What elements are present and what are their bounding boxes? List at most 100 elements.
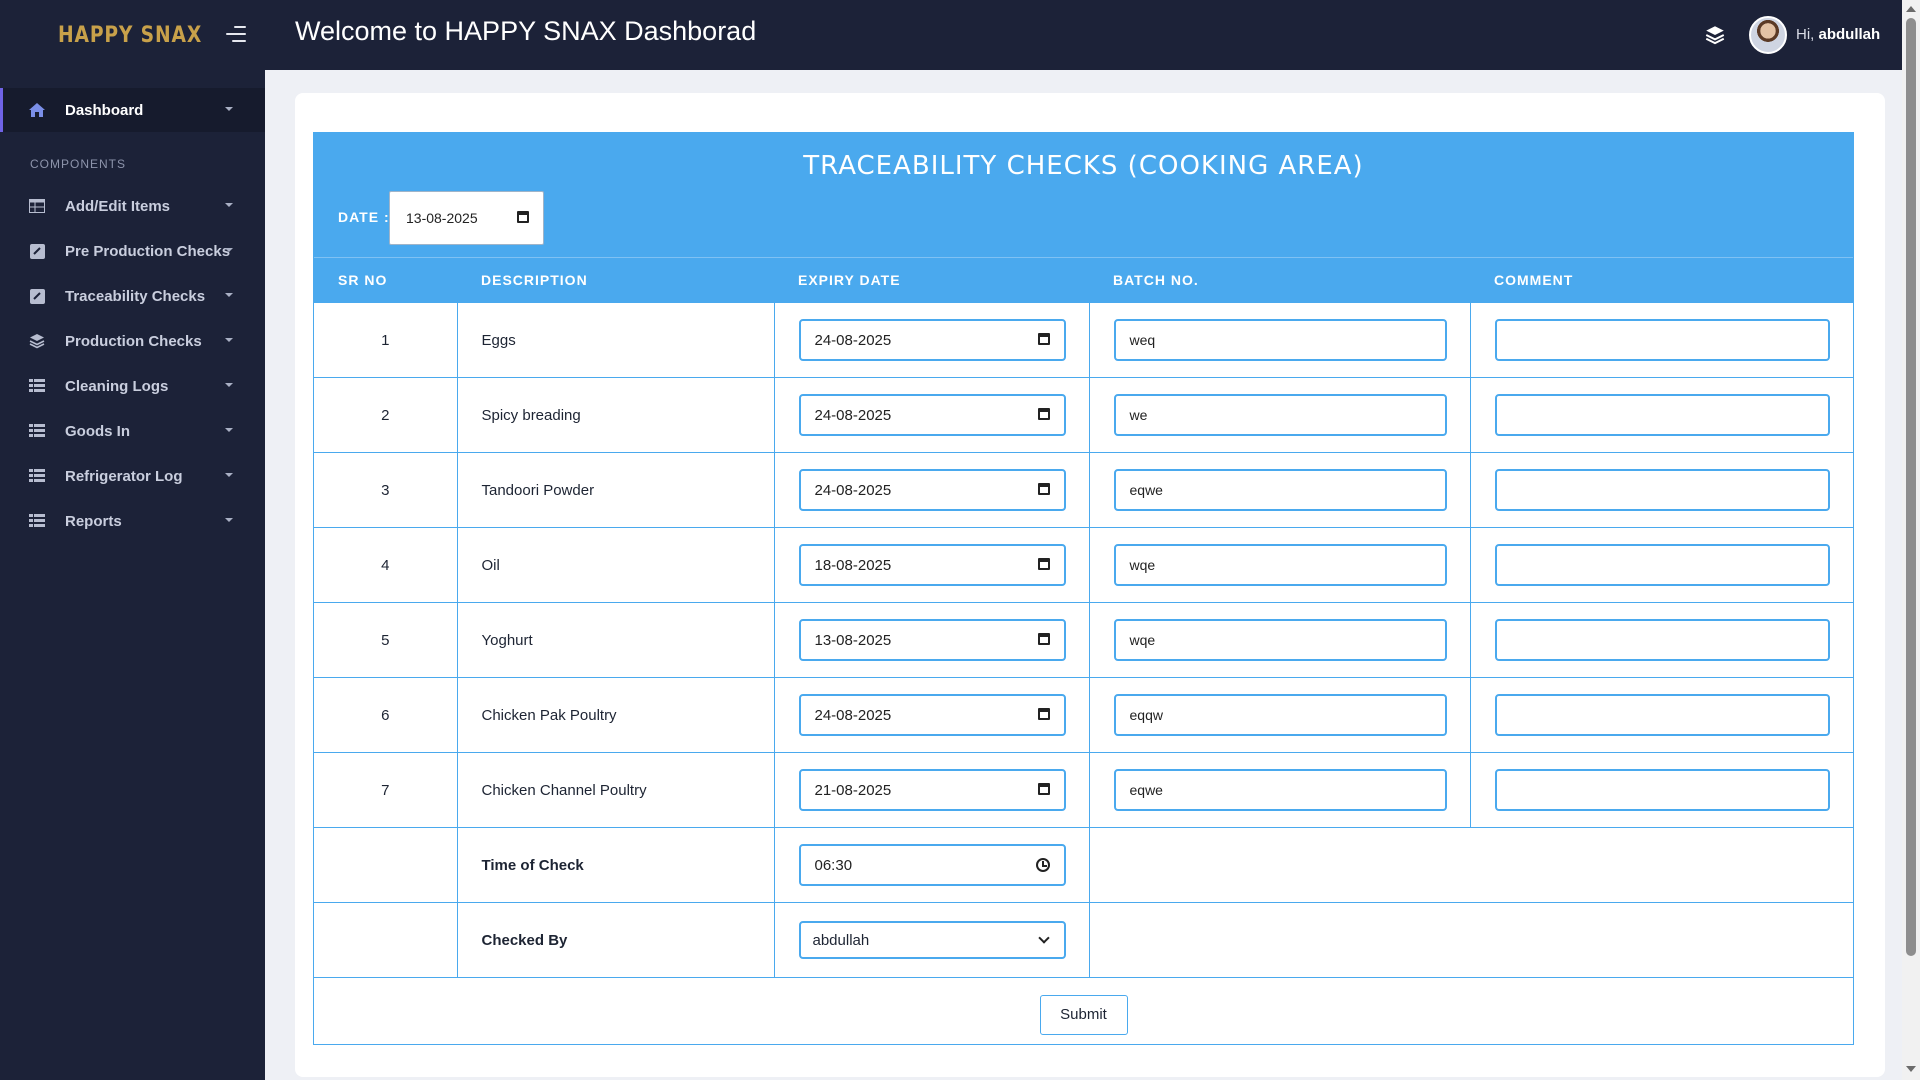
description-cell: Oil	[456, 527, 774, 603]
chevron-down-icon	[1037, 932, 1050, 944]
expiry-date-value: 21-08-2025	[814, 781, 892, 799]
sidebar-item-label: Cleaning Logs	[65, 377, 169, 395]
batch-no-input[interactable]: wqe	[1113, 619, 1447, 661]
expiry-date-value: 24-08-2025	[814, 481, 892, 499]
expiry-date-input[interactable]: 24-08-2025	[798, 694, 1066, 736]
column-header-expiry-date: EXPIRY DATE	[774, 257, 1089, 303]
checked-by-select[interactable]: abdullah	[798, 921, 1066, 959]
comment-input[interactable]	[1494, 544, 1830, 586]
chevron-down-icon	[225, 338, 233, 342]
sidebar: HAPPY SNAX Dashboard COMPONENTS Add/Edit…	[0, 0, 265, 1080]
calendar-icon[interactable]	[1037, 708, 1050, 720]
batch-no-input[interactable]: weq	[1113, 319, 1447, 361]
checkbox-icon	[28, 242, 46, 260]
expiry-cell: 24-08-2025	[773, 302, 1089, 378]
sidebar-item-add-edit-items[interactable]: Add/Edit Items	[0, 184, 265, 228]
calendar-icon[interactable]	[1037, 558, 1050, 570]
user-greeting[interactable]: Hi, abdullah	[1796, 26, 1880, 43]
calendar-icon[interactable]	[1037, 408, 1050, 420]
calendar-icon[interactable]	[1037, 783, 1050, 795]
comment-input[interactable]	[1494, 619, 1830, 661]
expiry-date-input[interactable]: 24-08-2025	[798, 469, 1066, 511]
batch-cell: eqwe	[1088, 752, 1470, 828]
sidebar-item-cleaning-logs[interactable]: Cleaning Logs	[0, 364, 265, 408]
checked-by-row: Checked By abdullah	[314, 902, 1853, 978]
sidebar-item-traceability-checks[interactable]: Traceability Checks	[0, 274, 265, 318]
table-row: 4 Oil 18-08-2025 wqe	[314, 527, 1853, 603]
scroll-thumb[interactable]	[1906, 18, 1916, 956]
sidebar-item-label: Pre Production Checks	[65, 242, 231, 260]
calendar-icon[interactable]	[517, 211, 529, 223]
check-date-input[interactable]: 13-08-2025	[389, 191, 544, 245]
comment-input[interactable]	[1494, 769, 1830, 811]
calendar-icon[interactable]	[1037, 333, 1050, 345]
sr-no-cell: 6	[314, 677, 457, 753]
chevron-down-icon	[225, 473, 233, 477]
expiry-date-value: 13-08-2025	[814, 631, 892, 649]
avatar[interactable]	[1749, 16, 1787, 54]
batch-cell: eqqw	[1088, 677, 1470, 753]
chevron-down-icon	[225, 107, 233, 111]
list-icon	[28, 512, 46, 530]
calendar-icon[interactable]	[1037, 483, 1050, 495]
comment-cell	[1469, 302, 1853, 378]
sidebar-item-dashboard[interactable]: Dashboard	[0, 88, 265, 132]
calendar-icon[interactable]	[1037, 633, 1050, 645]
form-header: TRACEABILITY CHECKS (COOKING AREA) DATE …	[314, 133, 1853, 257]
chevron-down-icon	[225, 383, 233, 387]
user-name: abdullah	[1818, 26, 1881, 43]
traceability-form: TRACEABILITY CHECKS (COOKING AREA) DATE …	[313, 132, 1854, 1052]
batch-no-input[interactable]: eqwe	[1113, 769, 1447, 811]
time-of-check-row: Time of Check 06:30	[314, 827, 1853, 903]
chevron-down-icon	[225, 518, 233, 522]
batch-cell: weq	[1088, 302, 1470, 378]
expiry-date-input[interactable]: 13-08-2025	[798, 619, 1066, 661]
sr-no-cell: 4	[314, 527, 457, 603]
traceability-table: SR NO DESCRIPTION EXPIRY DATE BATCH NO. …	[314, 257, 1853, 1052]
comment-input[interactable]	[1494, 394, 1830, 436]
expiry-date-input[interactable]: 24-08-2025	[798, 319, 1066, 361]
sr-no-cell: 2	[314, 377, 457, 453]
description-cell: Chicken Pak Poultry	[456, 677, 774, 753]
section-label: COMPONENTS	[30, 157, 127, 171]
batch-no-input[interactable]: eqqw	[1113, 694, 1447, 736]
comment-cell	[1469, 677, 1853, 753]
table-row: 1 Eggs 24-08-2025 weq	[314, 302, 1853, 378]
comment-input[interactable]	[1494, 694, 1830, 736]
sr-no-cell: 5	[314, 602, 457, 678]
list-icon	[28, 422, 46, 440]
clock-icon[interactable]	[1035, 858, 1050, 872]
chevron-down-icon	[225, 248, 233, 252]
expiry-date-value: 24-08-2025	[814, 331, 892, 349]
table-row: 6 Chicken Pak Poultry 24-08-2025 eqqw	[314, 677, 1853, 753]
sidebar-item-reports[interactable]: Reports	[0, 499, 265, 543]
scroll-up-icon[interactable]	[1906, 6, 1916, 12]
scroll-down-icon[interactable]	[1906, 1066, 1916, 1072]
brand-logo[interactable]: HAPPY SNAX	[58, 23, 202, 48]
expiry-date-input[interactable]: 24-08-2025	[798, 394, 1066, 436]
sidebar-item-pre-production-checks[interactable]: Pre Production Checks	[0, 229, 265, 273]
time-of-check-input[interactable]: 06:30	[798, 844, 1066, 886]
sidebar-item-goods-in[interactable]: Goods In	[0, 409, 265, 453]
layers-icon[interactable]	[1705, 25, 1725, 45]
expiry-date-input[interactable]: 21-08-2025	[798, 769, 1066, 811]
sidebar-item-refrigerator-log[interactable]: Refrigerator Log	[0, 454, 265, 498]
expiry-date-input[interactable]: 18-08-2025	[798, 544, 1066, 586]
table-row: 3 Tandoori Powder 24-08-2025 eqwe	[314, 452, 1853, 528]
batch-no-input[interactable]: wqe	[1113, 544, 1447, 586]
comment-input[interactable]	[1494, 469, 1830, 511]
sidebar-item-label: Refrigerator Log	[65, 467, 183, 485]
table-row: 7 Chicken Channel Poultry 21-08-2025 eqw…	[314, 752, 1853, 828]
sidebar-item-production-checks[interactable]: Production Checks	[0, 319, 265, 363]
comment-input[interactable]	[1494, 319, 1830, 361]
table-row: 2 Spicy breading 24-08-2025 we	[314, 377, 1853, 453]
page-title: Welcome to HAPPY SNAX Dashborad	[295, 16, 757, 46]
batch-no-input[interactable]: we	[1113, 394, 1447, 436]
submit-button[interactable]: Submit	[1039, 994, 1128, 1035]
batch-no-input[interactable]: eqwe	[1113, 469, 1447, 511]
submit-cell: Submit	[314, 977, 1853, 1052]
sr-no-cell: 1	[314, 302, 457, 378]
scrollbar[interactable]	[1902, 0, 1920, 1080]
column-header-comment: COMMENT	[1470, 257, 1853, 303]
menu-toggle-icon[interactable]	[226, 26, 246, 42]
